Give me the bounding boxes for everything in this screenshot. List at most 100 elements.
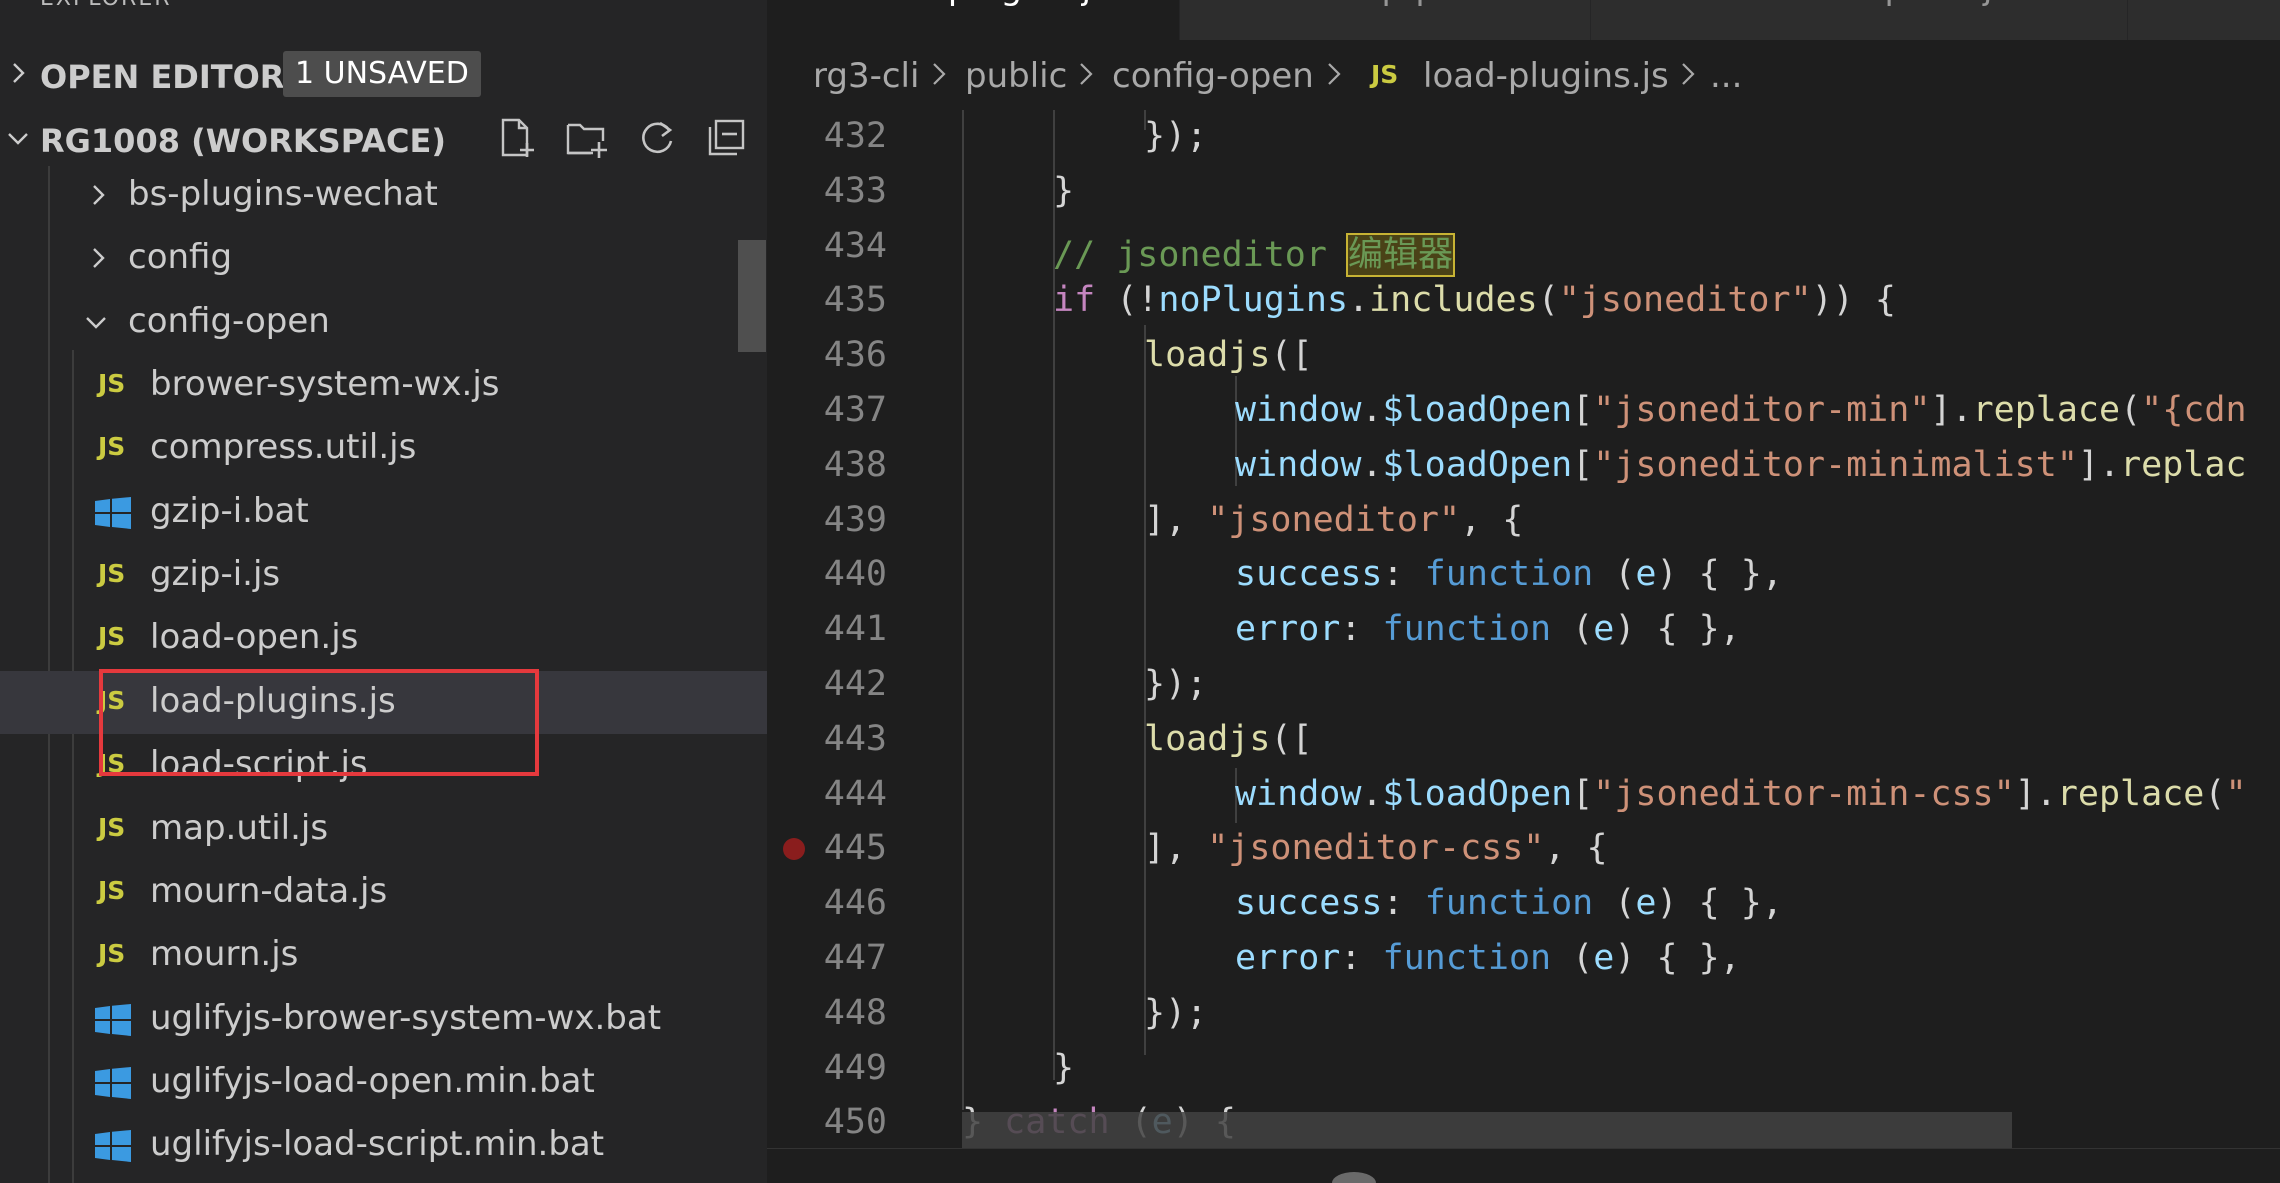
- breadcrumb-item[interactable]: load-plugins.js: [1423, 56, 1669, 96]
- tab-load-plugins[interactable]: JS load-plugins.js ×: [767, 0, 1180, 40]
- code-text: ], "jsoneditor", {: [1144, 500, 1523, 540]
- code-text: });: [1144, 993, 1207, 1033]
- code-token: noPlugins: [1158, 280, 1349, 321]
- code-text: error: function (e) { },: [1235, 609, 1741, 649]
- collapse-all-icon[interactable]: [705, 117, 747, 159]
- tree-item-label: uglifyjs-load-script.min.bat: [150, 1124, 605, 1164]
- code-token: [: [1572, 390, 1594, 430]
- tree-file-gzip-i-bat[interactable]: gzip-i.bat: [0, 481, 767, 544]
- chevron-right-icon: [1080, 63, 1093, 85]
- code-token: function: [1382, 609, 1552, 650]
- tree-file-gzip-i-js[interactable]: JS gzip-i.js: [0, 544, 767, 607]
- js-file-icon: JS: [98, 876, 126, 905]
- code-token: "{cdn: [2141, 390, 2247, 430]
- code-line[interactable]: 438 window.$loadOpen["jsoneditor-minimali…: [767, 439, 2280, 493]
- sidebar-scrollbar[interactable]: [738, 240, 766, 352]
- tab-label: bs-map-point.vue: [1276, 0, 1575, 8]
- code-line[interactable]: 449}: [767, 1042, 2280, 1096]
- explorer-title: EXPLORER: [40, 0, 172, 11]
- open-editors-header[interactable]: OPEN EDITORS 1 UNSAVED: [0, 45, 767, 105]
- code-line[interactable]: 448});: [767, 987, 2280, 1041]
- close-icon[interactable]: ×: [1124, 0, 1149, 1]
- code-line[interactable]: 439], "jsoneditor", {: [767, 494, 2280, 548]
- tab-label: load-plugins.js: [863, 0, 1109, 8]
- tree-folder-config-open[interactable]: config-open: [0, 291, 767, 354]
- chevron-down-icon: [86, 317, 106, 329]
- code-token: includes: [1369, 280, 1538, 321]
- code-token: (: [1551, 938, 1594, 978]
- code-token: (: [2204, 773, 2226, 814]
- panel-divider: [767, 1148, 2280, 1149]
- tree-file-mourn-data[interactable]: JS mourn-data.js: [0, 861, 767, 924]
- code-line[interactable]: 442});: [767, 658, 2280, 712]
- code-line[interactable]: 440 success: function (e) { },: [767, 548, 2280, 602]
- tab-overflow[interactable]: V A: [2128, 0, 2280, 40]
- tree-file-brower-system-wx[interactable]: JS brower-system-wx.js: [0, 354, 767, 417]
- tree-file-uglifyjs-brower-system-wx[interactable]: uglifyjs-brower-system-wx.bat: [0, 988, 767, 1051]
- chevron-right-icon: [1682, 63, 1695, 85]
- code-line[interactable]: 432});: [767, 110, 2280, 164]
- tab-bs-map-point[interactable]: V bs-map-point.vue: [1180, 0, 1591, 40]
- code-line[interactable]: 437 window.$loadOpen["jsoneditor-min"].re…: [767, 384, 2280, 438]
- line-number: 446: [823, 883, 887, 924]
- tree-file-uglifyjs-load-open[interactable]: uglifyjs-load-open.min.bat: [0, 1051, 767, 1114]
- code-token: ": [2225, 773, 2247, 814]
- windows-bat-file-icon: [95, 1067, 131, 1099]
- code-text: loadjs([: [1144, 719, 1313, 759]
- code-text: // jsoneditor 编辑器: [1053, 226, 1456, 277]
- code-text: });: [1144, 664, 1207, 704]
- refresh-icon[interactable]: [636, 117, 678, 159]
- code-token: e: [1635, 554, 1657, 595]
- code-line[interactable]: 444 window.$loadOpen["jsoneditor-min-css"…: [767, 768, 2280, 822]
- code-token: .: [1361, 773, 1383, 814]
- tree-item-label: gzip-i.js: [150, 554, 281, 594]
- new-file-icon[interactable]: [497, 117, 539, 159]
- code-token: .: [1361, 444, 1383, 485]
- code-token: "jsoneditor": [1207, 499, 1461, 540]
- code-token: function: [1424, 883, 1594, 924]
- js-file-icon: JS: [98, 432, 126, 461]
- code-text: });: [1144, 116, 1207, 156]
- code-line[interactable]: 443 loadjs([: [767, 713, 2280, 767]
- code-token: }: [1053, 170, 1075, 211]
- tree-folder-config[interactable]: config: [0, 227, 767, 290]
- code-token: (: [1593, 883, 1636, 924]
- code-token: .: [1361, 390, 1383, 430]
- windows-bat-file-icon: [95, 497, 131, 529]
- code-token: });: [1144, 116, 1208, 156]
- new-folder-icon[interactable]: [565, 117, 607, 159]
- chevron-down-icon: [8, 133, 28, 145]
- tree-file-mourn[interactable]: JS mourn.js: [0, 924, 767, 987]
- code-line[interactable]: 445], "jsoneditor-css", {: [767, 822, 2280, 876]
- tree-file-compress-util[interactable]: JS compress.util.js: [0, 417, 767, 480]
- code-token: (: [1537, 280, 1559, 321]
- code-token: ].: [2014, 773, 2057, 814]
- code-token: "jsoneditor-min": [1593, 390, 1931, 430]
- code-line[interactable]: 433}: [767, 165, 2280, 219]
- code-token: ) { },: [1656, 883, 1783, 924]
- tab-method-map-init[interactable]: JS method-map-init.js: [1591, 0, 2128, 40]
- code-line[interactable]: 435 if (!noPlugins.includes("jsoneditor")…: [767, 274, 2280, 328]
- horizontal-scrollbar[interactable]: [962, 1112, 2012, 1148]
- tree-folder-bs-plugins-wechat[interactable]: bs-plugins-wechat: [0, 164, 767, 227]
- scroll-knob[interactable]: [1332, 1172, 1376, 1183]
- code-token: ) { },: [1656, 554, 1783, 595]
- tree-file-map-util[interactable]: JS map.util.js: [0, 798, 767, 861]
- tree-item-label: mourn.js: [150, 934, 299, 974]
- breadcrumb-item[interactable]: rg3-cli: [813, 56, 919, 96]
- tree-file-load-open[interactable]: JS load-open.js: [0, 607, 767, 670]
- breadcrumb-item[interactable]: config-open: [1112, 56, 1314, 96]
- tree-item-label: uglifyjs-load-open.min.bat: [150, 1061, 595, 1101]
- chevron-right-icon: [93, 185, 105, 205]
- code-line[interactable]: 441 error: function (e) { },: [767, 603, 2280, 657]
- line-number: 449: [823, 1047, 887, 1088]
- code-line[interactable]: 436 loadjs([: [767, 329, 2280, 383]
- code-line[interactable]: 447 error: function (e) { },: [767, 932, 2280, 986]
- code-line[interactable]: 434 // jsoneditor 编辑器: [767, 220, 2280, 277]
- tree-file-uglifyjs-load-script[interactable]: uglifyjs-load-script.min.bat: [0, 1114, 767, 1177]
- breadcrumb-item[interactable]: public: [965, 56, 1067, 96]
- line-number: 433: [823, 170, 887, 211]
- code-token: :: [1340, 938, 1383, 978]
- code-line[interactable]: 446 success: function (e) { },: [767, 877, 2280, 931]
- breadcrumb-item[interactable]: ...: [1710, 56, 1742, 96]
